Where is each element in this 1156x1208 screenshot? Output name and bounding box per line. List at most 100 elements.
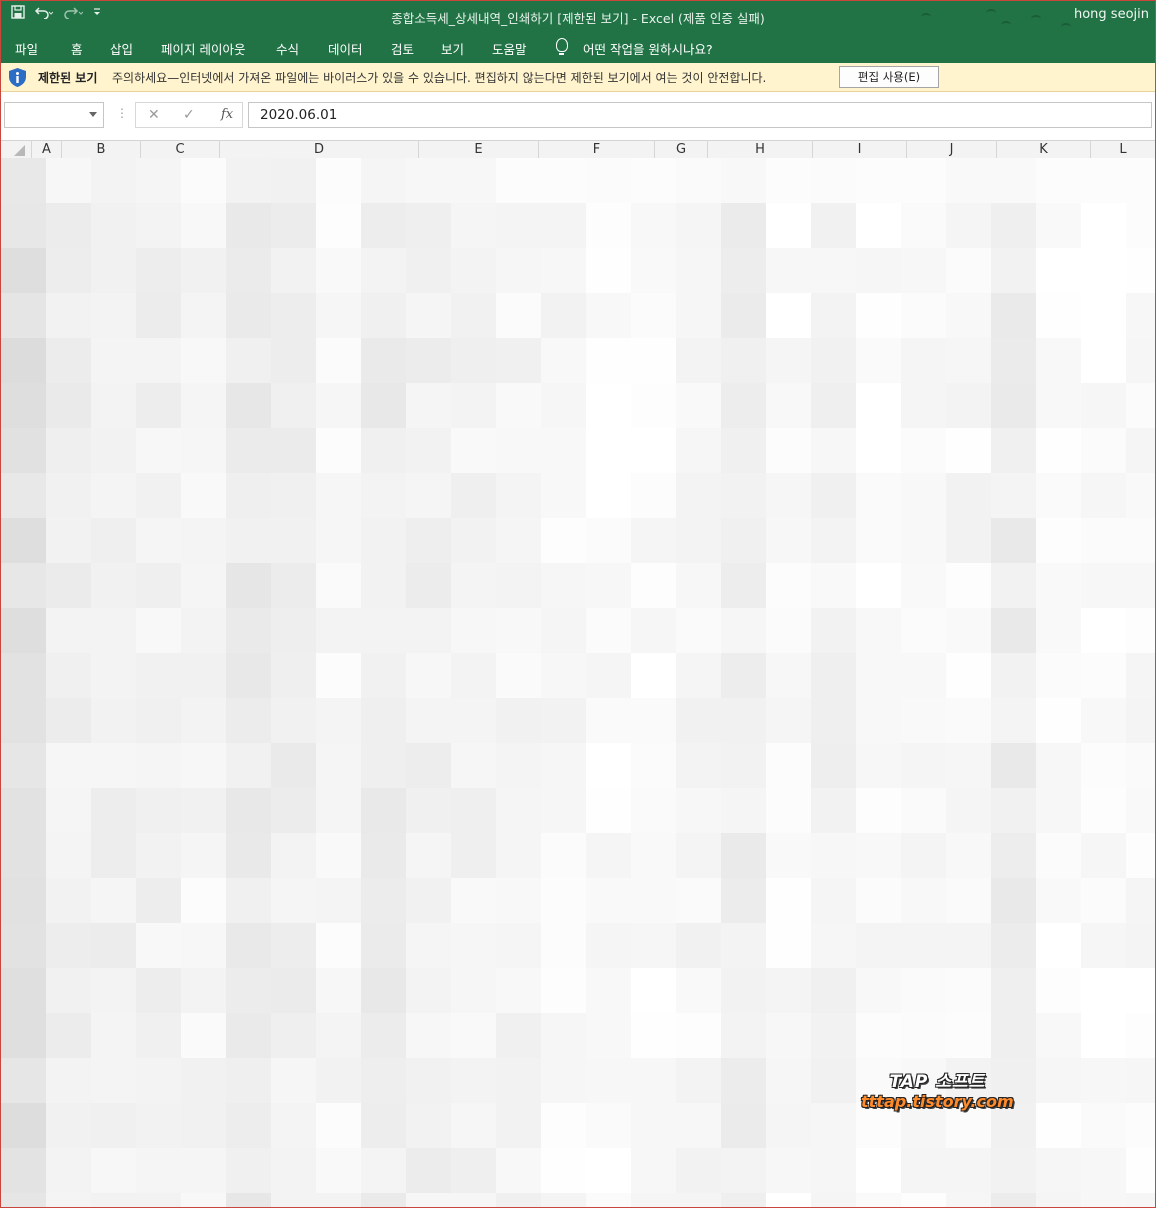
obscured-cell: [676, 788, 721, 833]
obscured-cell: [271, 158, 316, 203]
column-header-c[interactable]: C: [140, 141, 219, 158]
obscured-cell: [946, 383, 991, 428]
sheet-grid-obscured[interactable]: [1, 158, 1155, 1207]
column-header-b[interactable]: B: [61, 141, 140, 158]
name-box[interactable]: [4, 102, 104, 128]
column-header-g[interactable]: G: [654, 141, 707, 158]
tab-view[interactable]: 보기: [441, 39, 464, 58]
decorative-bird-icon: [921, 13, 931, 21]
obscured-cell: [721, 653, 766, 698]
obscured-cell: [496, 968, 541, 1013]
obscured-cell: [136, 1103, 181, 1148]
obscured-cell: [91, 473, 136, 518]
column-header-i[interactable]: I: [812, 141, 906, 158]
obscured-cell: [856, 1148, 901, 1193]
obscured-cell: [901, 473, 946, 518]
obscured-cell: [721, 248, 766, 293]
obscured-cell: [271, 608, 316, 653]
obscured-cell: [496, 743, 541, 788]
column-header-j[interactable]: J: [906, 141, 996, 158]
obscured-cell: [496, 383, 541, 428]
obscured-cell: [271, 1193, 316, 1207]
chevron-down-icon[interactable]: [89, 112, 97, 117]
formula-input[interactable]: 2020.06.01: [248, 102, 1152, 128]
select-all-icon[interactable]: [1, 141, 31, 158]
obscured-cell: [766, 878, 811, 923]
tab-review[interactable]: 검토: [391, 39, 414, 58]
column-header-f[interactable]: F: [538, 141, 654, 158]
column-header-a[interactable]: A: [31, 141, 61, 158]
obscured-cell: [1036, 608, 1081, 653]
obscured-cell: [586, 743, 631, 788]
tab-help[interactable]: 도움말: [492, 39, 527, 58]
obscured-cell: [856, 1013, 901, 1058]
obscured-cell: [586, 923, 631, 968]
obscured-cell: [1081, 923, 1126, 968]
obscured-cell: [226, 1148, 271, 1193]
obscured-cell: [316, 428, 361, 473]
column-header-h[interactable]: H: [707, 141, 812, 158]
obscured-cell: [676, 878, 721, 923]
tab-file[interactable]: 파일: [15, 39, 38, 58]
obscured-cell: [991, 1193, 1036, 1207]
obscured-cell: [1, 428, 46, 473]
obscured-cell: [631, 1103, 676, 1148]
obscured-cell: [856, 608, 901, 653]
obscured-cell: [496, 608, 541, 653]
obscured-cell: [181, 698, 226, 743]
decorative-bird-icon: [1061, 23, 1071, 31]
obscured-cell: [181, 518, 226, 563]
user-name[interactable]: hong seojin: [1074, 7, 1149, 22]
resize-handle-icon[interactable]: ⋮: [116, 106, 128, 120]
obscured-cell: [1, 1013, 46, 1058]
column-header-l[interactable]: L: [1090, 141, 1155, 158]
obscured-cell: [46, 923, 91, 968]
obscured-cell: [271, 788, 316, 833]
obscured-cell: [226, 293, 271, 338]
obscured-cell: [46, 653, 91, 698]
tab-formulas[interactable]: 수식: [276, 39, 299, 58]
obscured-cell: [631, 608, 676, 653]
obscured-cell: [1081, 158, 1126, 203]
obscured-cell: [136, 293, 181, 338]
tell-me-search[interactable]: 어떤 작업을 원하시나요?: [583, 39, 713, 58]
check-icon[interactable]: ✓: [183, 107, 195, 123]
obscured-cell: [136, 1058, 181, 1103]
column-header-k[interactable]: K: [996, 141, 1090, 158]
column-header-d[interactable]: D: [219, 141, 418, 158]
obscured-cell: [766, 473, 811, 518]
obscured-cell: [631, 698, 676, 743]
obscured-cell: [631, 1148, 676, 1193]
obscured-cell: [451, 698, 496, 743]
obscured-cell: [226, 203, 271, 248]
obscured-cell: [901, 383, 946, 428]
obscured-cell: [901, 653, 946, 698]
tab-home[interactable]: 홈: [71, 39, 83, 58]
obscured-cell: [991, 608, 1036, 653]
obscured-cell: [271, 698, 316, 743]
tab-data[interactable]: 데이터: [328, 39, 363, 58]
obscured-cell: [631, 518, 676, 563]
enable-editing-button[interactable]: 편집 사용(E): [839, 66, 939, 88]
obscured-cell: [676, 833, 721, 878]
obscured-cell: [1081, 1058, 1126, 1103]
tab-insert[interactable]: 삽입: [110, 39, 133, 58]
obscured-cell: [586, 1058, 631, 1103]
obscured-cell: [721, 833, 766, 878]
obscured-cell: [766, 968, 811, 1013]
obscured-cell: [541, 518, 586, 563]
obscured-cell: [406, 473, 451, 518]
obscured-cell: [1036, 518, 1081, 563]
obscured-cell: [451, 1013, 496, 1058]
obscured-cell: [451, 383, 496, 428]
obscured-cell: [136, 968, 181, 1013]
tab-page-layout[interactable]: 페이지 레이아웃: [161, 39, 245, 58]
obscured-cell: [766, 1103, 811, 1148]
obscured-cell: [856, 833, 901, 878]
obscured-cell: [361, 878, 406, 923]
obscured-cell: [946, 968, 991, 1013]
cancel-icon[interactable]: ✕: [148, 107, 160, 123]
insert-function-icon[interactable]: fx: [221, 107, 233, 122]
obscured-cell: [991, 293, 1036, 338]
column-header-e[interactable]: E: [418, 141, 538, 158]
